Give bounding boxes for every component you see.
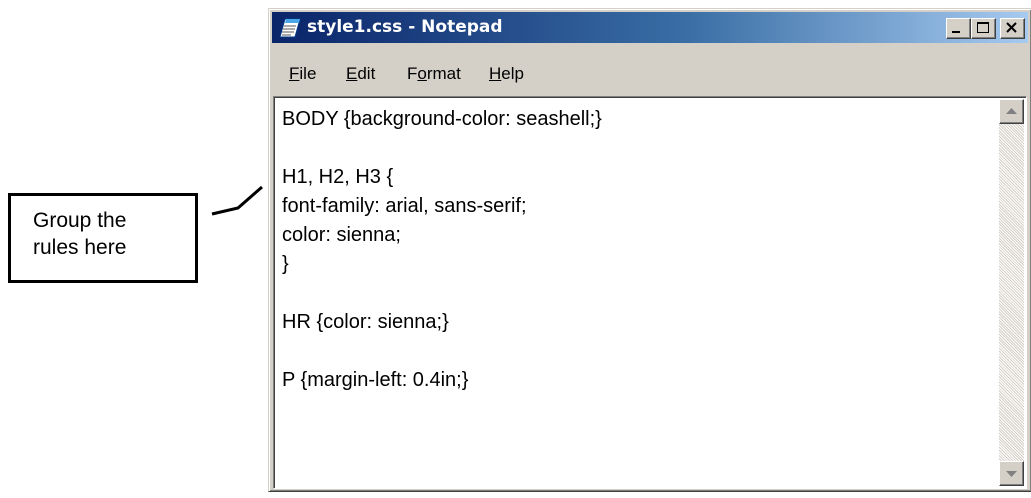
scroll-down-button[interactable] (999, 461, 1024, 486)
menu-edit-label: dit (357, 64, 376, 83)
editor-line: BODY {background-color: seashell;} (282, 108, 602, 130)
scroll-up-arrow-icon (1006, 108, 1017, 114)
callout-line-2: rules here (33, 236, 127, 259)
callout-line-1: Group the (33, 209, 127, 232)
callout-connector-line (211, 185, 263, 216)
menu-file[interactable]: File (289, 61, 316, 87)
close-icon (1006, 22, 1017, 33)
scroll-up-button[interactable] (999, 99, 1024, 124)
editor-text-area[interactable]: BODY {background-color: seashell;} H1, H… (282, 105, 986, 484)
menu-format-prefix: F (407, 64, 418, 83)
menu-help[interactable]: Help (489, 61, 524, 87)
window-title: style1.css - Notepad (307, 17, 503, 37)
minimize-icon (952, 31, 960, 33)
editor-line: HR {color: sienna;} (282, 311, 449, 333)
editor-line: P {margin-left: 0.4in;} (282, 369, 469, 391)
menu-edit[interactable]: Edit (346, 61, 375, 87)
editor-line: } (282, 253, 289, 275)
editor-line: color: sienna; (282, 224, 401, 246)
scroll-down-arrow-icon (1006, 471, 1017, 477)
maximize-button[interactable] (971, 18, 996, 39)
notepad-window: style1.css - Notepad File Edit Format He… (268, 8, 1031, 492)
menu-help-label: elp (501, 64, 524, 83)
menu-file-label: ile (299, 64, 317, 83)
editor-line: font-family: arial, sans-serif; (282, 195, 527, 217)
vertical-scrollbar[interactable] (999, 99, 1024, 486)
menu-format-label: rmat (426, 64, 461, 83)
notepad-icon (279, 18, 301, 38)
text-editor[interactable]: BODY {background-color: seashell;} H1, H… (273, 96, 1027, 489)
callout-box: Group the rules here (8, 193, 198, 283)
title-bar[interactable]: style1.css - Notepad (272, 12, 1028, 43)
editor-line: H1, H2, H3 { (282, 166, 394, 188)
minimize-button[interactable] (946, 18, 971, 39)
maximize-icon (977, 22, 989, 33)
close-button[interactable] (1000, 18, 1025, 39)
menu-edit-access-key: E (346, 64, 358, 83)
menu-format[interactable]: Format (407, 61, 461, 87)
menu-format-access-key: o (417, 64, 427, 83)
menu-help-access-key: H (489, 64, 502, 83)
menu-file-access-key: F (289, 64, 300, 83)
menu-bar: File Edit Format Help (272, 61, 1028, 87)
